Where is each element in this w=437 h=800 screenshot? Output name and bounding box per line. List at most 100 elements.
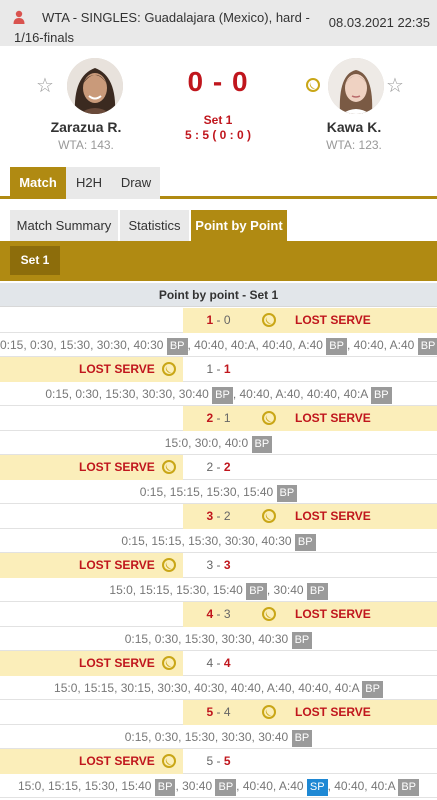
game-score-away: 1 xyxy=(223,411,231,425)
tab-draw[interactable]: Draw xyxy=(112,167,160,199)
game-score-away: 2 xyxy=(223,460,231,474)
points-row: 0:15, 0:30, 15:30, 30:30, 40:30 BP, 40:4… xyxy=(0,333,437,357)
break-point-badge: BP xyxy=(251,436,273,453)
home-player-name[interactable]: Zarazua R. xyxy=(26,119,146,135)
break-point-badge: BP xyxy=(166,338,188,355)
game-score-separator: - xyxy=(213,411,224,425)
game-score-away: 1 xyxy=(223,362,231,376)
game-score: 2 - 1 xyxy=(183,406,254,431)
tennis-ball-icon xyxy=(262,313,276,327)
game-row: 3 - 3 LOST SERVE xyxy=(0,553,437,578)
break-point-badge: BP xyxy=(215,779,237,796)
break-point-badge: BP xyxy=(306,583,328,600)
game-score: 3 - 2 xyxy=(183,504,254,529)
tab-match-summary[interactable]: Match Summary xyxy=(10,210,118,241)
lost-serve-label: LOST SERVE xyxy=(79,362,155,376)
current-set-label: Set 1 xyxy=(203,113,233,127)
lost-serve-label: LOST SERVE xyxy=(295,607,371,621)
points-row: 0:15, 0:30, 15:30, 30:30, 40:30 BP xyxy=(0,627,437,651)
points-row: 0:15, 0:30, 15:30, 30:30, 30:40 BP, 40:4… xyxy=(0,382,437,406)
tab-point-by-point[interactable]: Point by Point xyxy=(191,210,287,241)
current-set-score: 5 : 5 ( 0 : 0 ) xyxy=(184,128,252,142)
away-player-name[interactable]: Kawa K. xyxy=(294,119,414,135)
point-sequence-text: , 40:40, A:40 xyxy=(346,338,418,352)
points-row: 15:0, 15:15, 15:30, 15:40 BP, 30:40 BP xyxy=(0,578,437,602)
point-sequence-text: 15:0, 15:15, 15:30, 15:40 xyxy=(17,779,155,793)
favorite-away-star-icon[interactable]: ☆ xyxy=(386,76,404,96)
tab-h2h[interactable]: H2H xyxy=(66,167,112,199)
game-score-separator: - xyxy=(213,460,224,474)
break-point-badge: BP xyxy=(362,681,383,698)
game-score-separator: - xyxy=(213,362,224,376)
lost-serve-label: LOST SERVE xyxy=(295,705,371,719)
tournament-title: WTA - SINGLES: Guadalajara (Mexico), har… xyxy=(14,10,310,45)
tennis-ball-icon xyxy=(262,607,276,621)
points-row: 15:0, 15:15, 15:30, 15:40 BP, 30:40 BP, … xyxy=(0,774,437,798)
point-sequence-text: 0:15, 15:15, 15:30, 30:30, 40:30 xyxy=(121,534,295,548)
primary-tabs: Match H2H Draw xyxy=(0,163,437,199)
break-point-badge: BP xyxy=(291,632,313,649)
away-player-avatar[interactable] xyxy=(328,58,384,114)
break-point-badge: BP xyxy=(326,338,347,355)
point-sequence-text: 15:0, 15:15, 30:15, 30:30, 40:30, 40:40,… xyxy=(54,681,363,695)
game-score: 4 - 4 xyxy=(183,651,254,676)
game-score: 1 - 1 xyxy=(183,357,254,382)
game-score-away: 0 xyxy=(223,313,231,327)
game-score: 5 - 5 xyxy=(183,749,254,774)
break-point-badge: BP xyxy=(246,583,267,600)
break-point-badge: BP xyxy=(398,779,420,796)
tennis-ball-icon xyxy=(162,656,176,670)
game-score-separator: - xyxy=(213,656,224,670)
point-sequence-text: 0:15, 0:30, 15:30, 30:30, 40:30 xyxy=(0,338,167,352)
tab-statistics[interactable]: Statistics xyxy=(120,210,189,241)
break-point-badge: BP xyxy=(417,338,437,355)
points-row: 15:0, 30:0, 40:0 BP xyxy=(0,431,437,455)
game-row: 5 - 4 LOST SERVE xyxy=(0,700,437,725)
point-sequence-text: , 40:40, A:40, 40:40, 40:A xyxy=(232,387,371,401)
lost-serve-label: LOST SERVE xyxy=(295,411,371,425)
lost-serve-label: LOST SERVE xyxy=(79,558,155,572)
game-score-away: 4 xyxy=(223,656,231,670)
point-sequence-text: , 40:40, 40:A xyxy=(327,779,399,793)
home-player-avatar[interactable] xyxy=(67,58,123,114)
game-row: 2 - 2 LOST SERVE xyxy=(0,455,437,480)
game-row: 4 - 4 LOST SERVE xyxy=(0,651,437,676)
match-datetime: 08.03.2021 22:35 xyxy=(328,15,430,30)
lost-serve-label: LOST SERVE xyxy=(79,754,155,768)
lost-serve-label: LOST SERVE xyxy=(295,509,371,523)
game-score-away: 4 xyxy=(223,705,231,719)
game-score-away: 5 xyxy=(223,754,231,768)
game-row: 1 - 1 LOST SERVE xyxy=(0,357,437,382)
point-sequence-text: 15:0, 15:15, 15:30, 15:40 xyxy=(109,583,247,597)
tennis-ball-icon xyxy=(162,362,176,376)
scoreboard: ☆ Zarazua R. WTA: 143. 0 - 0 Set 1 5 : 5… xyxy=(0,46,437,162)
tennis-ball-icon xyxy=(162,558,176,572)
game-row: 3 - 2 LOST SERVE xyxy=(0,504,437,529)
break-point-badge: BP xyxy=(370,387,392,404)
point-sequence-text: 0:15, 0:30, 15:30, 30:30, 40:30 xyxy=(124,632,292,646)
break-point-badge: BP xyxy=(154,779,176,796)
pbp-section-title: Point by point - Set 1 xyxy=(0,283,437,307)
points-row: 15:0, 15:15, 30:15, 30:30, 40:30, 40:40,… xyxy=(0,676,437,700)
game-score-away: 3 xyxy=(223,558,231,572)
points-row: 0:15, 15:15, 15:30, 30:30, 40:30 BP xyxy=(0,529,437,553)
point-sequence-text: , 40:40, 40:A, 40:40, A:40 xyxy=(187,338,327,352)
game-row: 1 - 0 LOST SERVE xyxy=(0,308,437,333)
game-score-separator: - xyxy=(213,509,224,523)
lost-serve-label: LOST SERVE xyxy=(79,460,155,474)
match-score: 0 - 0 xyxy=(187,66,249,97)
break-point-badge: BP xyxy=(212,387,233,404)
tennis-ball-icon xyxy=(162,460,176,474)
tab-match[interactable]: Match xyxy=(10,167,66,199)
set-1-button[interactable]: Set 1 xyxy=(10,246,60,275)
serve-tennis-ball-icon xyxy=(306,78,320,92)
game-score: 3 - 3 xyxy=(183,553,254,578)
point-sequence-text: , 30:40 xyxy=(175,779,216,793)
favorite-home-star-icon[interactable]: ☆ xyxy=(36,76,54,96)
game-score: 1 - 0 xyxy=(183,308,254,333)
game-score: 4 - 3 xyxy=(183,602,254,627)
break-point-badge: BP xyxy=(294,534,316,551)
secondary-tabs: Match Summary Statistics Point by Point xyxy=(0,210,437,241)
points-row: 0:15, 0:30, 15:30, 30:30, 30:40 BP xyxy=(0,725,437,749)
lost-serve-label: LOST SERVE xyxy=(79,656,155,670)
